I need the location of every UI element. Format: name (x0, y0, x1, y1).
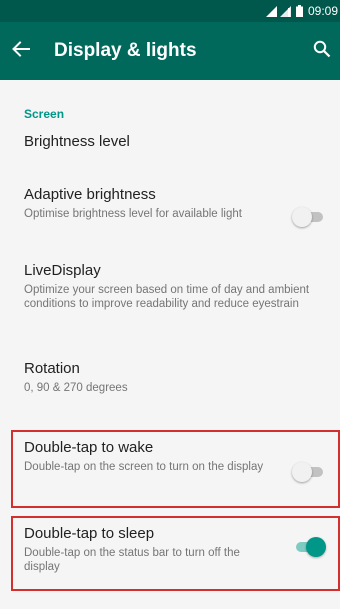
search-button[interactable] (310, 39, 334, 63)
pref-title: LiveDisplay (24, 262, 101, 279)
arrow-back-icon (12, 40, 30, 62)
pref-brightness-level[interactable]: Brightness level (0, 121, 340, 179)
section-header-screen: Screen (24, 107, 65, 121)
toggle-thumb (306, 537, 326, 557)
pref-title: Double-tap to sleep (24, 525, 155, 542)
pref-title: Rotation (24, 360, 80, 377)
pref-double-tap-to-sleep[interactable]: Double-tap to sleep Double-tap on the st… (0, 512, 340, 592)
signal-icon-secondary (279, 5, 291, 17)
toggle-thumb (292, 207, 312, 227)
pref-adaptive-brightness[interactable]: Adaptive brightness Optimise brightness … (0, 179, 340, 257)
toggle-thumb (292, 462, 312, 482)
page-title: Display & lights (54, 40, 197, 61)
pref-livedisplay[interactable]: LiveDisplay Optimize your screen based o… (0, 257, 340, 357)
status-time: 09:09 (307, 4, 338, 18)
settings-list: Screen Brightness level Adaptive brightn… (0, 80, 340, 592)
pref-title: Brightness level (24, 133, 130, 150)
pref-summary: Double-tap on the screen to turn on the … (24, 461, 264, 473)
pref-summary: Optimize your screen based on time of da… (24, 284, 310, 310)
double-tap-to-sleep-toggle[interactable] (294, 537, 326, 557)
pref-summary: 0, 90 & 270 degrees (24, 382, 128, 394)
double-tap-to-wake-toggle[interactable] (292, 462, 324, 482)
signal-icon (265, 5, 277, 17)
status-bar: 09:09 (0, 0, 340, 22)
pref-title: Double-tap to wake (24, 439, 154, 456)
pref-summary: Double-tap on the status bar to turn off… (24, 547, 240, 573)
pref-double-tap-to-wake[interactable]: Double-tap to wake Double-tap on the scr… (0, 424, 340, 512)
search-icon (313, 40, 331, 63)
pref-rotation[interactable]: Rotation 0, 90 & 270 degrees (0, 357, 340, 424)
pref-title: Adaptive brightness (24, 186, 156, 203)
battery-icon (295, 5, 303, 17)
pref-summary: Optimise brightness level for available … (24, 208, 242, 220)
app-bar: Display & lights (0, 22, 340, 80)
back-button[interactable] (0, 22, 48, 80)
adaptive-brightness-toggle[interactable] (292, 207, 324, 227)
